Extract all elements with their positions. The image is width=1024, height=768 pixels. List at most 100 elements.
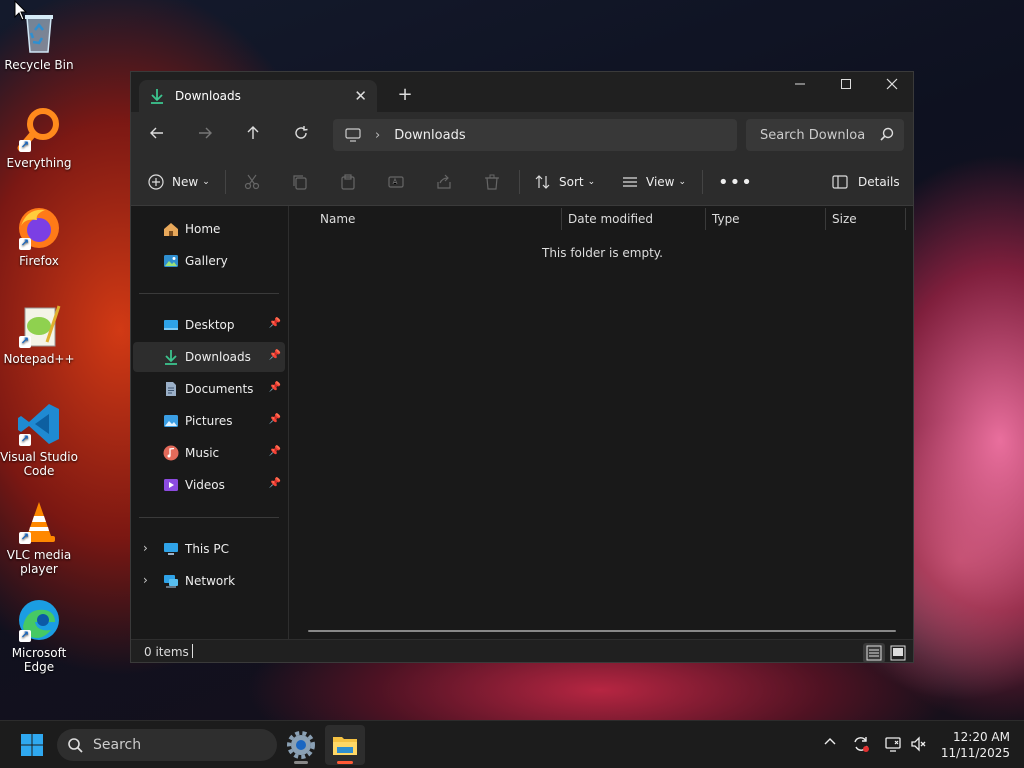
desktop-icon-recycle-bin[interactable]: Recycle Bin (0, 8, 78, 72)
maximize-button[interactable] (823, 72, 869, 102)
desktop-icon-edge[interactable]: ↗ Microsoft Edge (0, 596, 78, 674)
view-button[interactable]: View ⌄ (622, 170, 686, 194)
back-arrow-icon (150, 127, 163, 139)
chevron-right-icon: › (375, 127, 381, 143)
sidebar-item-music[interactable]: Music 📌 (133, 438, 285, 468)
breadcrumb-location[interactable]: Downloads (394, 128, 465, 143)
expand-chevron-icon[interactable]: › (143, 541, 148, 555)
navigation-bar: › Downloads Search Downloa (131, 112, 913, 158)
details-view-button[interactable] (863, 643, 885, 662)
sort-label: Sort (559, 175, 584, 189)
up-button[interactable] (240, 122, 266, 148)
tab-downloads[interactable]: Downloads ✕ (139, 80, 377, 112)
file-explorer-icon (333, 737, 357, 755)
everything-search-icon: ↗ (15, 106, 63, 154)
running-indicator (337, 761, 353, 764)
desktop-icon-label: Firefox (19, 254, 59, 268)
sidebar-item-documents[interactable]: Documents 📌 (133, 374, 285, 404)
column-header-type[interactable]: Type (712, 206, 740, 232)
search-input[interactable]: Search Downloa (746, 119, 904, 151)
sidebar-item-label: Pictures (185, 414, 233, 428)
refresh-button[interactable] (288, 122, 314, 148)
column-header-name[interactable]: Name (320, 206, 355, 232)
column-header-size[interactable]: Size (832, 206, 857, 232)
column-divider[interactable] (561, 208, 562, 230)
cut-button[interactable] (244, 170, 260, 194)
close-window-button[interactable] (869, 72, 913, 102)
copy-button[interactable] (292, 170, 308, 194)
pin-icon[interactable]: 📌 (269, 414, 281, 425)
details-pane-button[interactable]: Details (832, 170, 900, 194)
sidebar-item-home[interactable]: Home (133, 214, 285, 244)
sidebar-item-videos[interactable]: Videos 📌 (133, 470, 285, 500)
pin-icon[interactable]: 📌 (269, 382, 281, 393)
show-hidden-icons-chevron-icon[interactable] (820, 735, 840, 755)
recycle-bin-icon (15, 8, 63, 56)
system-clock[interactable]: 12:20 AM 11/11/2025 (930, 729, 1010, 761)
column-divider[interactable] (705, 208, 706, 230)
taskbar-app-settings[interactable] (281, 725, 321, 765)
address-bar[interactable]: › Downloads (333, 119, 737, 151)
details-pane-icon (832, 175, 848, 189)
sidebar-item-pictures[interactable]: Pictures 📌 (133, 406, 285, 436)
more-options-button[interactable]: ••• (718, 170, 753, 194)
close-tab-icon[interactable]: ✕ (354, 87, 367, 105)
volume-muted-icon[interactable] (909, 735, 929, 755)
rename-icon (388, 176, 404, 188)
desktop-icon-vlc[interactable]: ↗ VLC media player (0, 498, 78, 576)
desktop-icon-vscode[interactable]: ↗ Visual Studio Code (0, 400, 78, 478)
large-icons-view-button[interactable] (887, 643, 909, 662)
network-status-icon[interactable] (883, 735, 903, 755)
column-header-date-modified[interactable]: Date modified (568, 206, 653, 232)
pin-icon[interactable]: 📌 (269, 446, 281, 457)
sync-update-icon[interactable] (851, 735, 871, 755)
back-button[interactable] (144, 122, 170, 148)
sidebar-item-this-pc[interactable]: › This PC (133, 534, 285, 564)
sort-button[interactable]: Sort ⌄ (535, 170, 595, 194)
minimize-icon (795, 83, 805, 85)
column-divider[interactable] (905, 208, 906, 230)
share-button[interactable] (436, 170, 452, 194)
sidebar-item-label: Network (185, 574, 236, 588)
forward-button[interactable] (192, 122, 218, 148)
start-button[interactable] (20, 733, 44, 757)
sidebar-item-downloads[interactable]: Downloads 📌 (133, 342, 285, 372)
horizontal-scrollbar[interactable] (308, 630, 896, 632)
expand-chevron-icon[interactable]: › (143, 573, 148, 587)
network-icon (164, 575, 178, 588)
delete-button[interactable] (484, 170, 500, 194)
clock-time: 12:20 AM (953, 730, 1010, 744)
desktop-icon-label: Recycle Bin (4, 58, 74, 72)
desktop-icon-label: Everything (6, 156, 72, 170)
minimize-button[interactable] (777, 72, 823, 102)
sidebar-item-gallery[interactable]: Gallery (133, 246, 285, 276)
rename-button[interactable] (388, 170, 404, 194)
taskbar-search-box[interactable]: Search (57, 729, 277, 761)
sidebar-item-desktop[interactable]: Desktop 📌 (133, 310, 285, 340)
desktop-icon-everything[interactable]: ↗ Everything (0, 106, 78, 170)
desktop-icon-label: VLC media player (6, 548, 72, 576)
taskbar-app-file-explorer[interactable] (325, 725, 365, 765)
new-tab-button[interactable]: + (393, 84, 417, 108)
desktop-icon-notepad-plus-plus[interactable]: ↗ Notepad++ (0, 302, 78, 366)
search-icon (880, 127, 894, 141)
desktop-icon-firefox[interactable]: ↗ Firefox (0, 204, 78, 268)
documents-icon (166, 382, 176, 396)
pin-icon[interactable]: 📌 (269, 350, 281, 361)
toolbar-divider (225, 170, 226, 194)
column-divider[interactable] (825, 208, 826, 230)
gallery-icon (164, 255, 178, 267)
forward-arrow-icon (199, 127, 212, 139)
desktop-icon-label: Notepad++ (3, 352, 75, 366)
pin-icon[interactable]: 📌 (269, 318, 281, 329)
clock-date: 11/11/2025 (940, 746, 1010, 760)
shortcut-arrow-icon: ↗ (19, 336, 31, 348)
music-icon (163, 445, 179, 461)
more-icon: ••• (718, 171, 753, 193)
sidebar-item-network[interactable]: › Network (133, 566, 285, 596)
paste-button[interactable] (340, 170, 356, 194)
shortcut-arrow-icon: ↗ (19, 630, 31, 642)
pin-icon[interactable]: 📌 (269, 478, 281, 489)
scissors-icon (244, 174, 260, 190)
new-button[interactable]: New ⌄ (148, 170, 210, 194)
